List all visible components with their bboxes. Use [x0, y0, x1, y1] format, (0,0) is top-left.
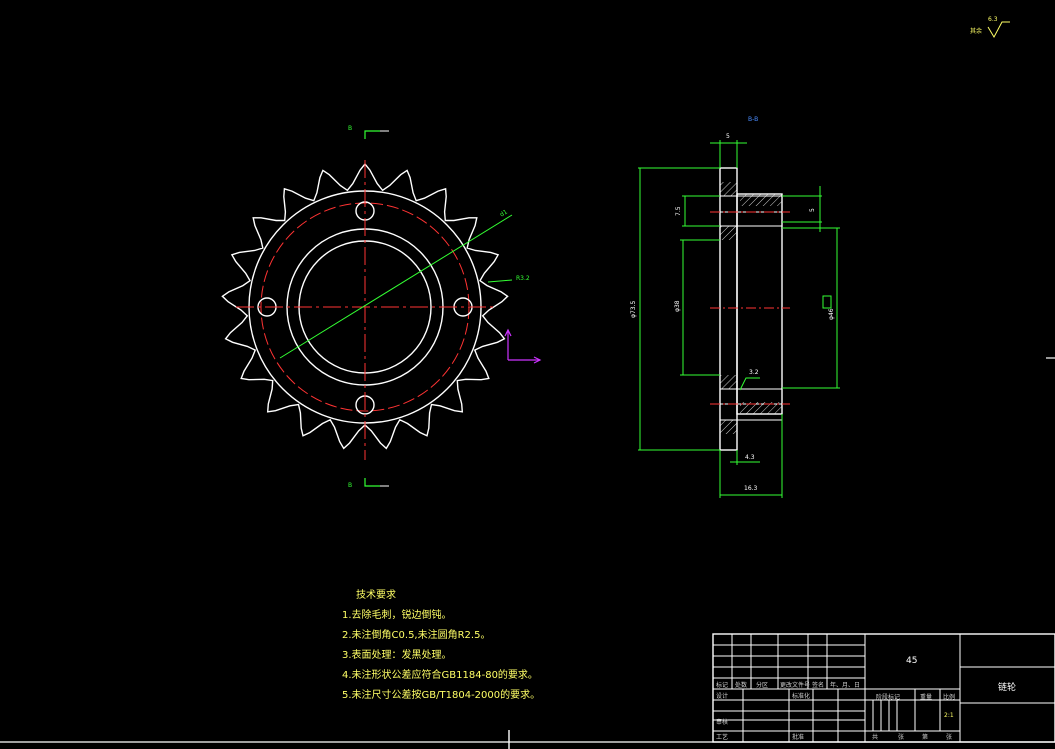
- header-mark: 标记: [716, 682, 729, 689]
- part-name: 链轮: [998, 683, 1017, 693]
- dim-top-width: 5: [726, 133, 730, 140]
- dim-bottom-small: 4.3: [745, 454, 755, 461]
- scale-value: 2:1: [944, 712, 954, 719]
- row-standardize: 标准化: [792, 693, 811, 700]
- ucs-axis-icon: [504, 328, 542, 364]
- header-signature: 签名: [812, 682, 825, 689]
- stage-mark-label: 阶段标记: [876, 694, 901, 701]
- tech-note-item: 1.去除毛刺，锐边倒钝。: [342, 610, 452, 621]
- dim-radius: R3.2: [516, 275, 530, 282]
- dim-side-left: 7.5: [675, 206, 682, 216]
- material: 45: [906, 656, 918, 666]
- roughness-symbol-icon: [987, 21, 1010, 39]
- technical-requirements: 技术要求 1.去除毛刺，锐边倒钝。 2.未注倒角C0.5,未注圆角R2.5。 3…: [342, 586, 540, 706]
- dim-bore-diameter: φ38: [674, 300, 681, 312]
- row-design: 设计: [716, 693, 729, 700]
- row-process: 工艺: [716, 734, 729, 741]
- row-approve: 批准: [792, 734, 805, 741]
- sprocket-section-view: [638, 140, 840, 498]
- dim-outer-diameter: φ73.5: [630, 300, 637, 318]
- scale-label: 比例: [943, 694, 956, 701]
- hub-mark-icon: [822, 295, 832, 309]
- plate-outline: [719, 167, 738, 451]
- section-mark-bottom: B: [348, 482, 353, 489]
- header-count: 处数: [735, 682, 748, 689]
- roughness-label: 其余: [970, 28, 983, 35]
- hatch-top-plate: [720, 182, 737, 196]
- weight-label: 重量: [920, 694, 933, 701]
- dim-hub-diameter: φ46: [828, 308, 835, 320]
- sheet-unit-label-2: 张: [946, 734, 953, 741]
- section-mark-top: B: [348, 125, 353, 132]
- dim-side-right: 5: [809, 208, 816, 212]
- tech-note-item: 2.未注倒角C0.5,未注圆角R2.5。: [342, 630, 491, 641]
- radius-leader: [487, 279, 513, 283]
- section-marker-top: [364, 130, 380, 139]
- row-review: 审核: [716, 719, 729, 726]
- header-zone: 分区: [756, 682, 769, 689]
- header-change-doc: 更改文件号: [780, 682, 811, 689]
- sheet-number-label: 第: [922, 734, 929, 741]
- hatch-bottom-plate: [720, 420, 737, 434]
- roughness-value: 6.3: [988, 16, 998, 23]
- section-marker-bottom: [364, 478, 380, 487]
- hatch-lower-plate: [720, 375, 737, 389]
- sheet-total-label: 共: [872, 734, 879, 741]
- hatch-upper-plate: [720, 226, 737, 240]
- section-title: B-B: [748, 116, 759, 123]
- sprocket-front-view: [221, 130, 542, 487]
- sheet-unit-label: 张: [898, 734, 905, 741]
- header-date: 年、月、日: [830, 682, 861, 689]
- dim-bottom-total: 16.3: [744, 485, 758, 492]
- tech-note-item: 5.未注尺寸公差按GB/T1804-2000的要求。: [342, 690, 541, 701]
- tech-note-item: 3.表面处理：发黑处理。: [342, 650, 452, 661]
- tech-note-item: 4.未注形状公差应符合GB1184-80的要求。: [342, 670, 538, 681]
- hub-outline: [736, 193, 783, 415]
- dim-surface-roughness: 3.2: [749, 369, 759, 376]
- tech-notes-title: 技术要求: [356, 590, 396, 601]
